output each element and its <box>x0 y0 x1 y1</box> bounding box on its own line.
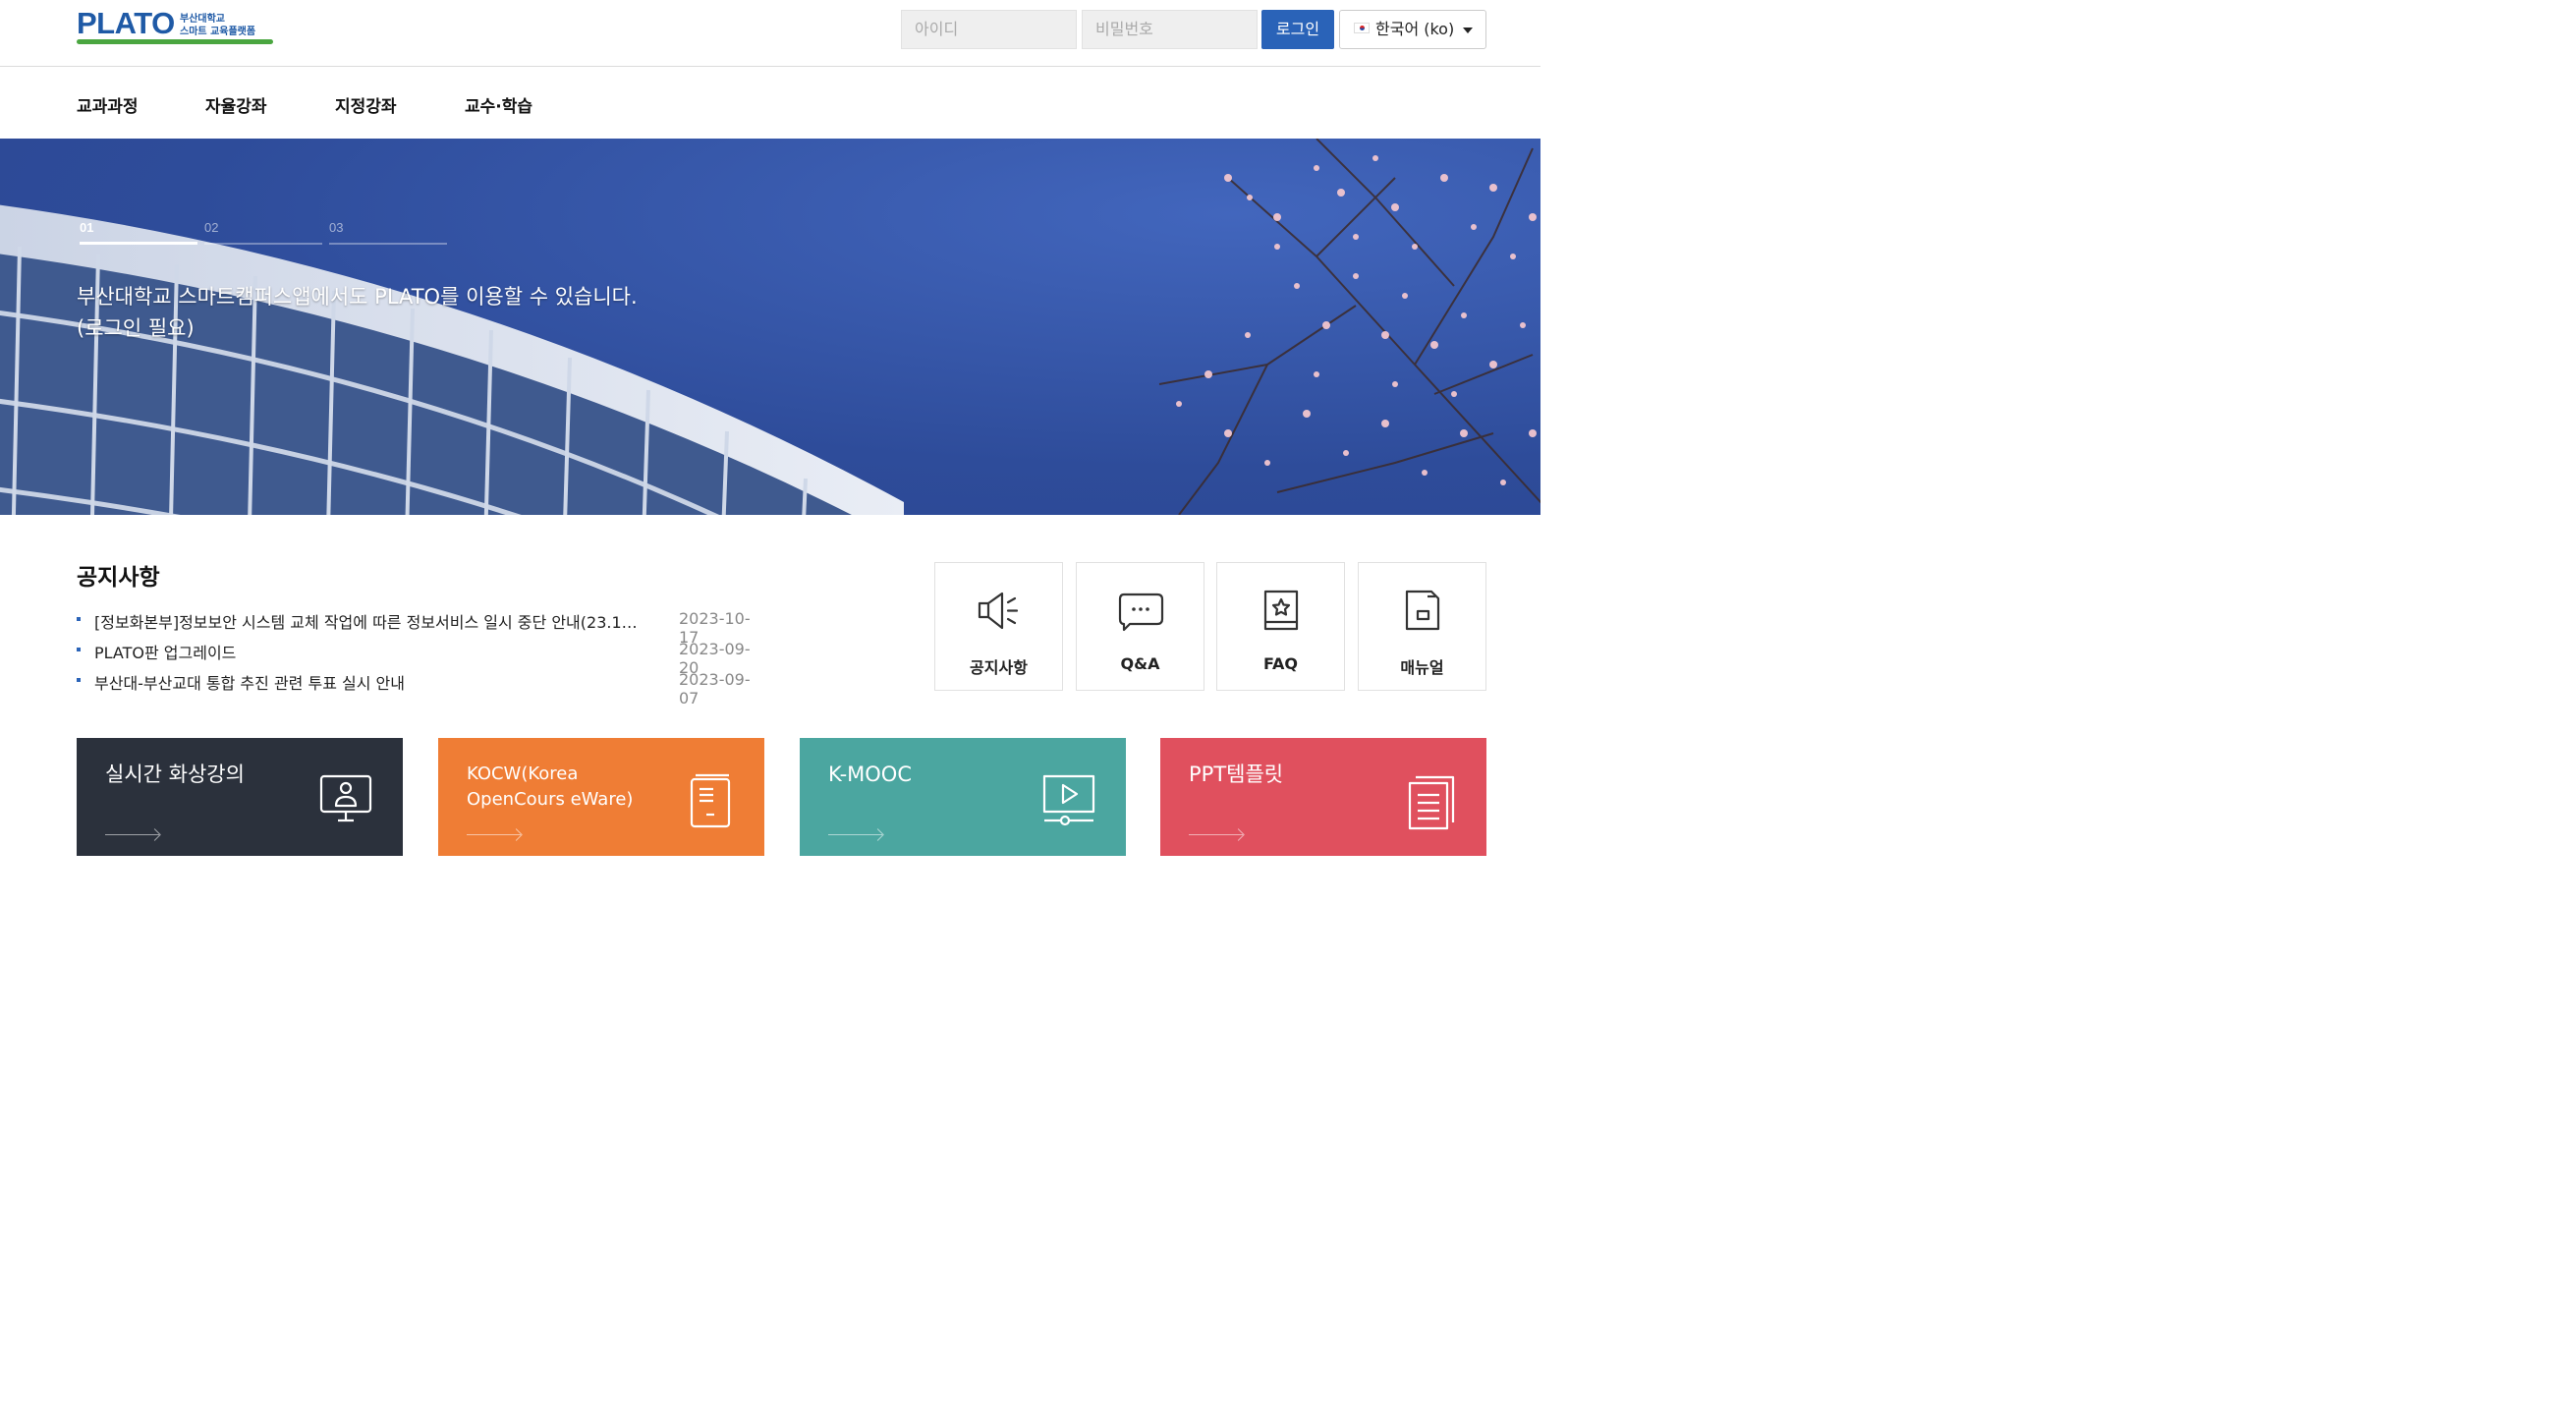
plato-logo[interactable]: PLATO 부산대학교 스마트 교육플랫폼 <box>77 6 278 49</box>
username-input[interactable]: 아이디 <box>901 10 1077 49</box>
quick-link-qna[interactable]: Q&A <box>1076 562 1204 691</box>
notice-list: [정보화본부]정보보안 시스템 교체 작업에 따른 정보서비스 일시 중단 안내… <box>77 606 764 707</box>
caret-down-icon <box>1463 28 1473 33</box>
korea-flag-icon <box>1354 23 1370 33</box>
nav-item-teaching-learning[interactable]: 교수·학습 <box>465 92 532 117</box>
quick-link-label: 매뉴얼 <box>1400 658 1444 677</box>
notice-item[interactable]: [정보화본부]정보보안 시스템 교체 작업에 따른 정보서비스 일시 중단 안내… <box>77 606 764 647</box>
notice-item-title[interactable]: 부산대-부산교대 통합 추진 관련 투표 실시 안내 <box>94 670 646 694</box>
arrow-right-icon <box>467 834 521 835</box>
language-select[interactable]: 한국어 (ko) <box>1339 10 1486 49</box>
card-title: 실시간 화상강의 <box>105 763 245 786</box>
card-title: KOCW(Korea OpenCours eWare) <box>467 763 634 810</box>
hero-caption: 부산대학교 스마트캠퍼스앱에서도 PLATO를 이용할 수 있습니다. (로그인… <box>77 281 638 344</box>
nav-item-assigned-course[interactable]: 지정강좌 <box>335 92 397 117</box>
arrow-right-icon <box>105 834 159 835</box>
slide-number: 01 <box>80 220 94 235</box>
slide-number: 03 <box>329 220 344 235</box>
hero-caption-line1: 부산대학교 스마트캠퍼스앱에서도 PLATO를 이용할 수 있습니다. <box>77 285 638 309</box>
book-star-icon <box>1263 590 1299 631</box>
monitor-user-icon <box>319 774 372 822</box>
slides-icon <box>1408 775 1455 830</box>
nav-item-curriculum[interactable]: 교과과정 <box>77 92 139 117</box>
card-ppt-template[interactable]: PPT템플릿 <box>1160 738 1486 856</box>
card-kmooc[interactable]: K-MOOC <box>800 738 1126 856</box>
quick-link-notice[interactable]: 공지사항 <box>934 562 1063 691</box>
quick-link-label: 공지사항 <box>970 658 1028 677</box>
login-button[interactable]: 로그인 <box>1261 10 1334 49</box>
bullet-icon <box>77 648 81 651</box>
logo-subtitle-platform: 스마트 교육플랫폼 <box>180 27 256 37</box>
quick-link-manual[interactable]: 매뉴얼 <box>1358 562 1486 691</box>
quick-link-label: Q&A <box>1120 654 1160 673</box>
document-icon <box>690 773 731 828</box>
megaphone-icon <box>978 592 1019 630</box>
notice-item-title[interactable]: PLATO판 업그레이드 <box>94 640 646 663</box>
notice-item-date: 2023-09-07 <box>679 670 751 707</box>
card-live-lecture[interactable]: 실시간 화상강의 <box>77 738 403 856</box>
hero-blossom-tree-image <box>1158 139 1540 515</box>
notice-section-title: 공지사항 <box>77 565 160 591</box>
nav-item-self-course[interactable]: 자율강좌 <box>205 92 267 117</box>
notice-item[interactable]: 부산대-부산교대 통합 추진 관련 투표 실시 안내 2023-09-07 <box>77 667 764 707</box>
quick-link-faq[interactable]: FAQ <box>1216 562 1345 691</box>
hero-banner: 01 02 03 부산대학교 스마트캠퍼스앱에서도 PLATO를 이용할 수 있… <box>0 139 1540 515</box>
chat-bubble-icon <box>1118 593 1164 632</box>
password-input[interactable]: 비밀번호 <box>1082 10 1258 49</box>
card-title: PPT템플릿 <box>1189 763 1284 786</box>
arrow-right-icon <box>1189 834 1243 835</box>
video-play-icon <box>1042 774 1095 826</box>
card-title: K-MOOC <box>828 763 912 786</box>
arrow-right-icon <box>828 834 882 835</box>
manual-icon <box>1405 590 1440 631</box>
hero-caption-line2: (로그인 필요) <box>77 316 195 340</box>
quick-link-label: FAQ <box>1262 654 1299 673</box>
language-label: 한국어 (ko) <box>1375 20 1455 38</box>
site-header: PLATO 부산대학교 스마트 교육플랫폼 아이디 비밀번호 로그인 한국어 (… <box>0 0 1540 67</box>
logo-underline <box>77 39 273 44</box>
notice-item-title[interactable]: [정보화본부]정보보안 시스템 교체 작업에 따른 정보서비스 일시 중단 안내… <box>94 609 646 633</box>
bullet-icon <box>77 678 81 682</box>
slide-indicator-2[interactable]: 02 <box>204 217 322 245</box>
slide-number: 02 <box>204 220 219 235</box>
card-kocw[interactable]: KOCW(Korea OpenCours eWare) <box>438 738 764 856</box>
slide-indicator-3[interactable]: 03 <box>329 217 447 245</box>
bullet-icon <box>77 617 81 621</box>
main-nav: 교과과정 자율강좌 지정강좌 교수·학습 <box>0 68 1540 139</box>
logo-text: PLATO <box>77 6 175 40</box>
slide-indicator-1[interactable]: 01 <box>80 217 197 245</box>
notice-item[interactable]: PLATO판 업그레이드 2023-09-20 <box>77 637 764 677</box>
